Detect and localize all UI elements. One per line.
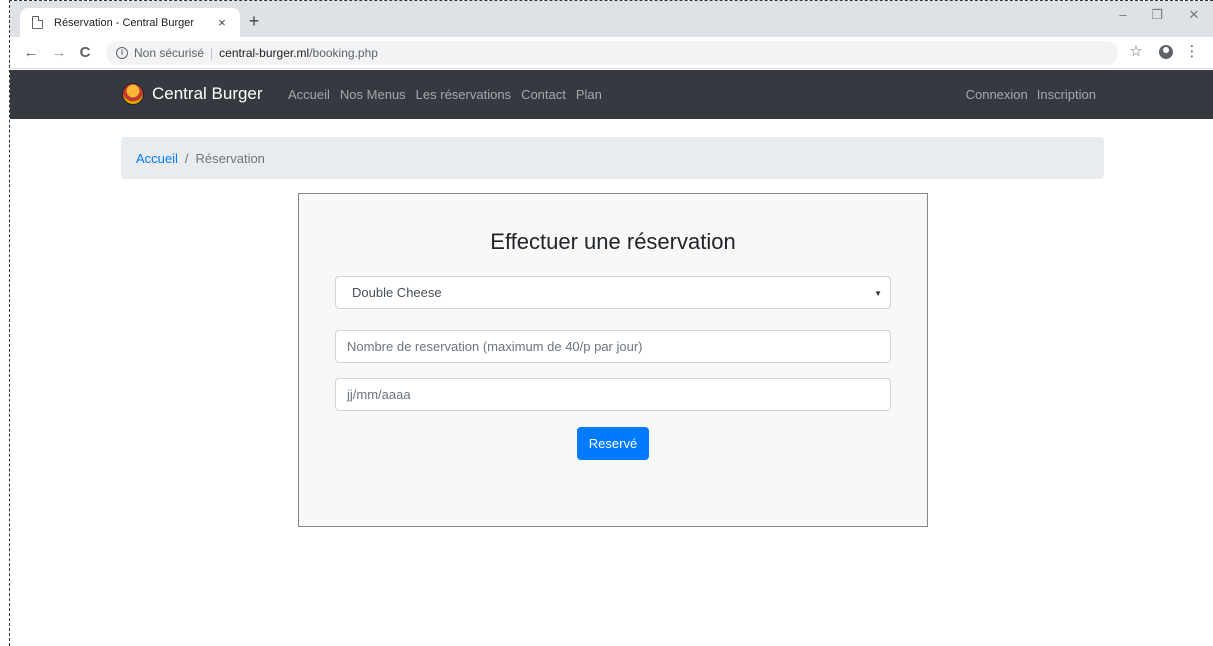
back-icon[interactable]: ← <box>22 44 40 62</box>
forward-icon[interactable]: → <box>50 44 68 62</box>
browser-menu-icon[interactable]: ⋮ <box>1183 43 1201 61</box>
nav-account-links: Connexion Inscription <box>957 87 1096 102</box>
breadcrumb: Accueil / Réservation <box>121 137 1104 179</box>
reserve-button[interactable]: Reservé <box>577 427 649 460</box>
menu-select-value: Double Cheese <box>352 285 442 300</box>
nav-link-accueil[interactable]: Accueil <box>288 87 330 102</box>
tab-title: Réservation - Central Burger <box>54 16 195 29</box>
page-icon <box>32 16 43 29</box>
reservation-date-placeholder: jj/mm/aaaa <box>347 387 411 402</box>
address-separator: | <box>210 46 214 60</box>
minimize-icon[interactable]: – <box>1113 7 1133 22</box>
browser-toolbar: ← → C i Non sécurisé | central-burger.ml… <box>10 37 1213 69</box>
restore-icon[interactable]: ❐ <box>1147 7 1167 23</box>
tab-close-icon[interactable]: × <box>214 15 230 30</box>
form-title: Effectuer une réservation <box>490 229 736 254</box>
browser-tab[interactable]: Réservation - Central Burger × <box>20 8 240 37</box>
close-window-icon[interactable]: ✕ <box>1184 7 1204 23</box>
booking-card: Effectuer une réservation Double Cheese … <box>298 193 928 527</box>
bookmark-star-icon[interactable]: ☆ <box>1127 43 1145 61</box>
breadcrumb-current: Réservation <box>195 150 265 166</box>
reservation-date-input[interactable]: jj/mm/aaaa <box>335 378 891 411</box>
profile-avatar-icon[interactable] <box>1157 45 1175 64</box>
reload-icon[interactable]: C <box>76 44 94 62</box>
new-tab-button[interactable]: + <box>244 11 264 31</box>
chevron-down-icon: ▼ <box>874 289 882 298</box>
nav-link-menus[interactable]: Nos Menus <box>340 87 406 102</box>
address-bar[interactable]: i Non sécurisé | central-burger.ml /book… <box>106 41 1118 65</box>
breadcrumb-home-link[interactable]: Accueil <box>136 151 178 166</box>
brand-name: Central Burger <box>152 84 263 103</box>
info-icon[interactable]: i <box>116 47 128 59</box>
page: Réservation - Central Burger × + – ❐ ✕ ←… <box>0 0 1213 646</box>
breadcrumb-separator: / <box>184 150 189 166</box>
nav-links: Accueil Nos Menus Les réservations Conta… <box>288 87 612 102</box>
reservation-count-input[interactable]: Nombre de reservation (maximum de 40/p p… <box>335 330 891 363</box>
nav-link-connexion[interactable]: Connexion <box>966 87 1028 102</box>
site-navbar: Central Burger Accueil Nos Menus Les rés… <box>10 70 1213 119</box>
nav-link-plan[interactable]: Plan <box>576 87 602 102</box>
nav-link-contact[interactable]: Contact <box>521 87 566 102</box>
browser-tab-strip: Réservation - Central Burger × + – ❐ ✕ <box>10 1 1213 37</box>
reservation-count-placeholder: Nombre de reservation (maximum de 40/p p… <box>347 339 643 354</box>
brand-link[interactable]: Central Burger <box>122 83 263 105</box>
nav-link-inscription[interactable]: Inscription <box>1037 87 1096 102</box>
url-host: central-burger.ml <box>219 46 310 60</box>
nav-link-reservations[interactable]: Les réservations <box>416 87 511 102</box>
url-path: /booking.php <box>309 46 378 60</box>
burger-logo-icon <box>122 83 144 105</box>
menu-select[interactable]: Double Cheese ▼ <box>335 276 891 309</box>
security-label: Non sécurisé <box>134 46 205 60</box>
